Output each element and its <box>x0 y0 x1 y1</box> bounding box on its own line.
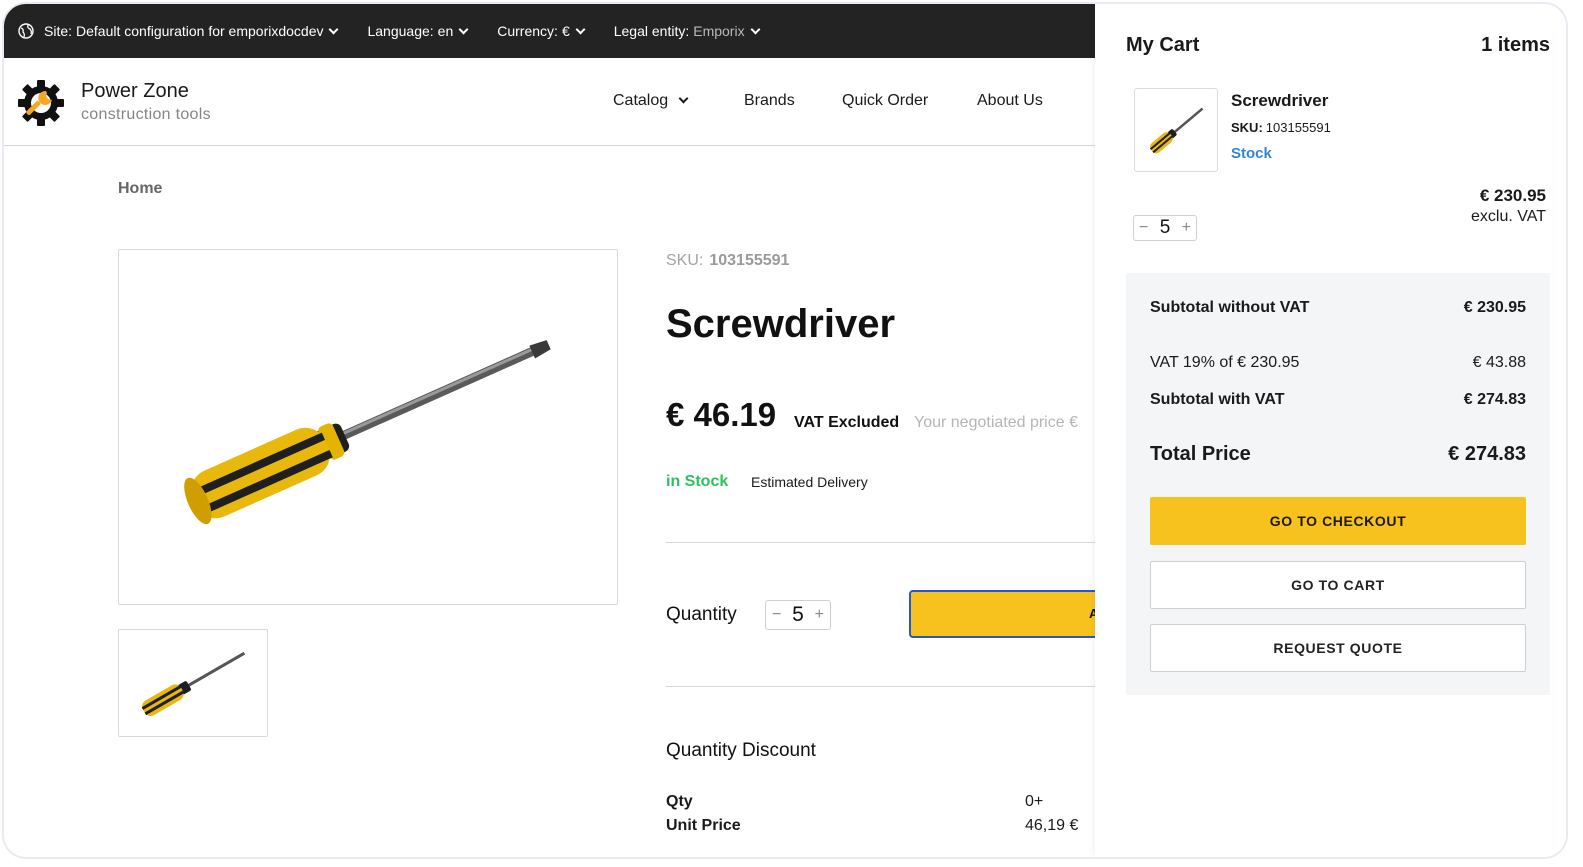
cart-item-sku-label: SKU: <box>1231 120 1263 135</box>
quantity-value[interactable]: 5 <box>792 603 804 627</box>
brand-tagline: construction tools <box>81 106 211 123</box>
subtotal-with-vat-row: Subtotal with VAT € 274.83 <box>1150 391 1526 409</box>
site-selector[interactable]: Site: Default configuration for emporixd… <box>44 23 339 39</box>
increment-button[interactable]: + <box>1178 219 1195 237</box>
decrement-button[interactable]: − <box>1135 219 1152 237</box>
quantity-discount-title: Quantity Discount <box>666 740 816 761</box>
cart-item-image[interactable] <box>1134 88 1218 172</box>
product-title: Screwdriver <box>666 302 896 346</box>
cart-summary: Subtotal without VAT € 230.95 VAT 19% of… <box>1126 273 1550 695</box>
total-price-label: Total Price <box>1150 443 1251 465</box>
subtotal-without-vat-value: € 230.95 <box>1463 299 1526 316</box>
subtotal-without-vat-label: Subtotal without VAT <box>1150 299 1310 316</box>
sku-label: SKU: <box>666 252 704 269</box>
quantity-label: Quantity <box>666 604 737 625</box>
divider <box>666 686 1095 687</box>
estimated-delivery: Estimated Delivery <box>751 474 868 490</box>
site-value: Default configuration for emporixdocdev <box>76 23 324 39</box>
vat-value: € 43.88 <box>1472 354 1526 371</box>
qty-value: 0+ <box>1025 793 1044 810</box>
language-value: en <box>437 23 454 39</box>
unit-price-value: 46,19 € <box>1025 817 1079 834</box>
subtotal-with-vat-value: € 274.83 <box>1463 391 1526 408</box>
cart-quantity-stepper[interactable]: − 5 + <box>1133 215 1197 241</box>
subtotal-with-vat-label: Subtotal with VAT <box>1150 391 1285 408</box>
currency-selector[interactable]: Currency: € <box>497 23 586 39</box>
currency-label: Currency: <box>497 23 558 39</box>
vat-excluded-note: VAT Excluded <box>794 414 900 431</box>
total-price-value: € 274.83 <box>1448 443 1526 465</box>
brand-name[interactable]: Power Zone <box>81 80 189 103</box>
subtotal-without-vat-row: Subtotal without VAT € 230.95 <box>1150 299 1526 317</box>
add-to-cart-button[interactable]: A <box>909 590 1109 638</box>
site-label: Site: <box>44 23 73 39</box>
divider <box>666 542 1095 543</box>
nav-brands[interactable]: Brands <box>744 92 795 110</box>
screwdriver-image <box>184 340 551 525</box>
nav-catalog-label: Catalog <box>613 92 669 109</box>
chevron-down-icon <box>678 93 689 104</box>
negotiated-price: Your negotiated price € <box>914 414 1078 431</box>
increment-button[interactable]: + <box>811 606 828 624</box>
product-sku: SKU: 103155591 <box>666 252 789 270</box>
chevron-down-icon <box>458 24 469 34</box>
chevron-down-icon <box>575 24 586 34</box>
product-price: € 46.19 <box>666 396 777 433</box>
nav-catalog[interactable]: Catalog <box>613 92 689 110</box>
screwdriver-thumbnail-image <box>1149 107 1204 154</box>
go-to-cart-button[interactable]: GO TO CART <box>1150 561 1526 609</box>
cart-quantity-value[interactable]: 5 <box>1160 217 1171 239</box>
currency-value: € <box>561 23 570 39</box>
cart-item-vat-note: exclu. VAT <box>1471 208 1546 225</box>
gear-wrench-logo-icon[interactable] <box>16 78 66 128</box>
chevron-down-icon <box>329 24 339 34</box>
request-quote-button[interactable]: REQUEST QUOTE <box>1150 624 1526 672</box>
cart-item-price: € 230.95 <box>1479 186 1546 205</box>
quantity-stepper[interactable]: − 5 + <box>765 600 831 630</box>
globe-icon <box>18 23 34 39</box>
cart-item-count: 1 items <box>1481 34 1550 56</box>
language-label: Language: <box>367 23 434 39</box>
nav-about-us[interactable]: About Us <box>977 92 1043 110</box>
top-bar: Site: Default configuration for emporixd… <box>4 4 1095 58</box>
app-frame: Site: Default configuration for emporixd… <box>4 4 1566 857</box>
qty-header: Qty <box>666 793 693 810</box>
product-thumbnail[interactable] <box>118 629 268 737</box>
language-selector[interactable]: Language: en <box>367 23 469 39</box>
chevron-down-icon <box>750 24 761 34</box>
cart-panel: My Cart 1 items Screwdriver SKU: 10315559… <box>1095 4 1566 857</box>
sku-value: 103155591 <box>709 252 790 269</box>
legal-entity-label: Legal entity: <box>613 23 690 39</box>
breadcrumb-home[interactable]: Home <box>118 180 162 198</box>
cart-item-sku: SKU: 103155591 <box>1231 120 1331 135</box>
vat-row: VAT 19% of € 230.95 € 43.88 <box>1150 354 1526 372</box>
unit-price-header: Unit Price <box>666 817 741 834</box>
legal-entity-selector[interactable]: Legal entity: Emporix <box>613 23 761 39</box>
site-header: Power Zone construction tools Catalog Br… <box>4 58 1095 146</box>
cart-item-sku-value: 103155591 <box>1265 120 1331 135</box>
cart-item-name[interactable]: Screwdriver <box>1231 91 1328 111</box>
stock-status: in Stock <box>666 473 729 490</box>
decrement-button[interactable]: − <box>768 606 785 624</box>
cart-title: My Cart <box>1126 34 1200 56</box>
nav-quick-order[interactable]: Quick Order <box>842 92 928 110</box>
screwdriver-thumbnail-image <box>141 651 246 716</box>
cart-item-stock: Stock <box>1231 145 1272 162</box>
vat-label: VAT 19% of € 230.95 <box>1150 354 1300 371</box>
product-main-image[interactable] <box>118 249 618 605</box>
go-to-checkout-button[interactable]: GO TO CHECKOUT <box>1150 497 1526 545</box>
total-price-row: Total Price € 274.83 <box>1150 443 1526 466</box>
legal-entity-value: Emporix <box>693 23 745 39</box>
